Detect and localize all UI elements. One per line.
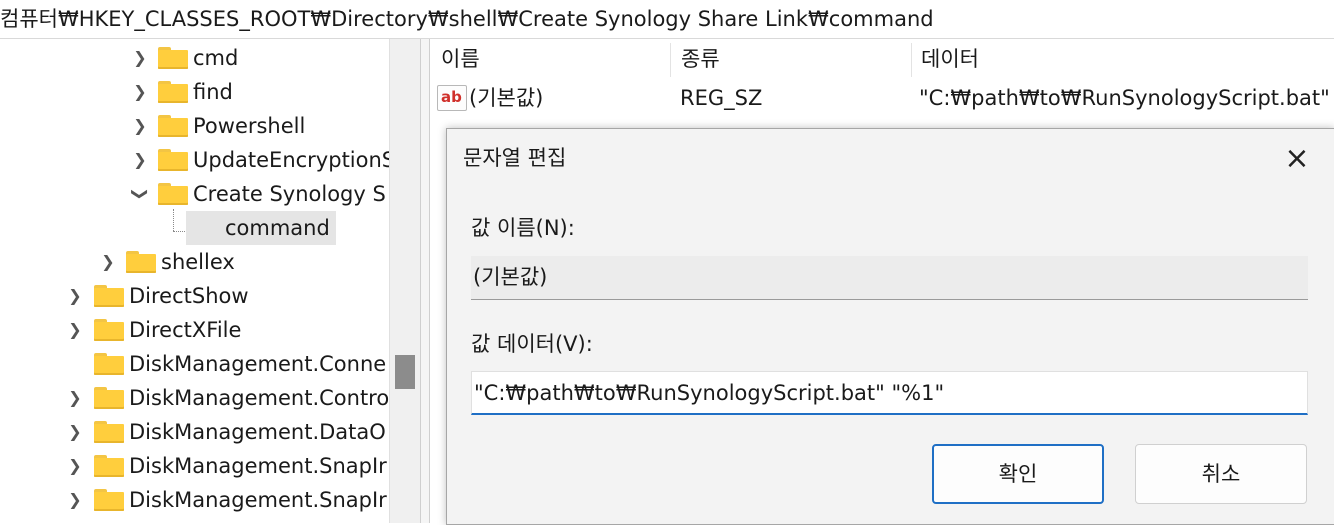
value-data-label: 값 데이터(V): [471, 332, 593, 356]
chevron-right-icon[interactable]: ❯ [131, 143, 149, 177]
value-name-text: (기본값) [473, 265, 548, 289]
tree-item-label: Powershell [193, 114, 306, 138]
chevron-right-icon[interactable]: ❯ [131, 109, 149, 143]
folder-icon [158, 47, 188, 69]
folder-icon [158, 183, 188, 205]
value-name[interactable]: (기본값) [469, 80, 543, 116]
tree-item-label: DiskManagement.DataO [129, 420, 386, 444]
string-value-icon: ab [437, 85, 467, 111]
address-bar[interactable]: 컴퓨터₩HKEY_CLASSES_ROOT₩Directory₩shell₩Cr… [0, 0, 1334, 39]
folder-icon [158, 115, 188, 137]
tree-item-label: shellex [161, 250, 235, 274]
column-header-type[interactable]: 종류 [681, 39, 720, 79]
chevron-right-icon[interactable]: ❯ [66, 313, 84, 347]
tree-item-label: command [186, 211, 336, 245]
tree-item-label: DiskManagement.SnapIr [129, 454, 387, 478]
tree-item-label: find [193, 80, 233, 104]
tree-item-label: DiskManagement.Conne [129, 352, 387, 376]
chevron-right-icon[interactable]: ❯ [66, 415, 84, 449]
folder-icon [94, 489, 124, 511]
cancel-button[interactable]: 취소 [1135, 444, 1307, 504]
chevron-right-icon[interactable]: ❯ [131, 41, 149, 75]
column-divider[interactable] [911, 43, 912, 77]
value-type: REG_SZ [680, 86, 763, 110]
folder-icon [158, 81, 188, 103]
value-data-input[interactable]: "C:₩path₩to₩RunSynologyScript.bat" "%1" [471, 371, 1308, 415]
folder-icon [94, 421, 124, 443]
folder-icon [94, 285, 124, 307]
folder-icon [94, 319, 124, 341]
folder-icon [126, 251, 156, 273]
value-name-label: 값 이름(N): [471, 216, 575, 240]
chevron-right-icon[interactable]: ❯ [66, 483, 84, 517]
folder-icon [94, 455, 124, 477]
tree-item-label: UpdateEncryptionS [193, 148, 389, 172]
chevron-right-icon[interactable]: ❯ [131, 75, 149, 109]
folder-icon [158, 149, 188, 171]
ok-button[interactable]: 확인 [932, 444, 1104, 504]
tree-item-label: cmd [193, 46, 239, 70]
value-data: "C:₩path₩to₩RunSynologyScript.bat" " [919, 86, 1334, 110]
dialog-title: 문자열 편집 [463, 146, 567, 170]
chevron-right-icon[interactable]: ❯ [99, 245, 117, 279]
tree-item-label: DiskManagement.SnapIr [129, 488, 387, 512]
edit-string-dialog: 문자열 편집 × 값 이름(N): (기본값) 값 데이터(V): "C:₩pa… [446, 128, 1334, 525]
scrollbar-thumb[interactable] [395, 355, 415, 389]
folder-icon [94, 353, 124, 375]
chevron-right-icon[interactable]: ❯ [66, 279, 84, 313]
value-data-text[interactable]: "C:₩path₩to₩RunSynologyScript.bat" "%1" [474, 372, 944, 414]
value-name-field: (기본값) [471, 256, 1308, 300]
column-header-name[interactable]: 이름 [441, 39, 480, 79]
close-icon[interactable]: × [1279, 141, 1315, 177]
tree-item-label: Create Synology S [193, 182, 386, 206]
column-header-data[interactable]: 데이터 [921, 39, 979, 79]
chevron-right-icon[interactable]: ❯ [66, 449, 84, 483]
tree-scrollbar[interactable] [389, 39, 421, 523]
registry-tree: ❯ cmd ❯ find ❯ Powershell ❯ UpdateEncryp… [0, 39, 389, 523]
chevron-down-icon[interactable]: ❯ [123, 185, 157, 203]
tree-item-label: DirectShow [129, 284, 249, 308]
tree-item-label: DirectXFile [129, 318, 242, 342]
tree-item-label: DiskManagement.Contro [129, 386, 389, 410]
folder-icon [94, 387, 124, 409]
column-divider[interactable] [670, 43, 671, 77]
chevron-right-icon[interactable]: ❯ [66, 381, 84, 415]
